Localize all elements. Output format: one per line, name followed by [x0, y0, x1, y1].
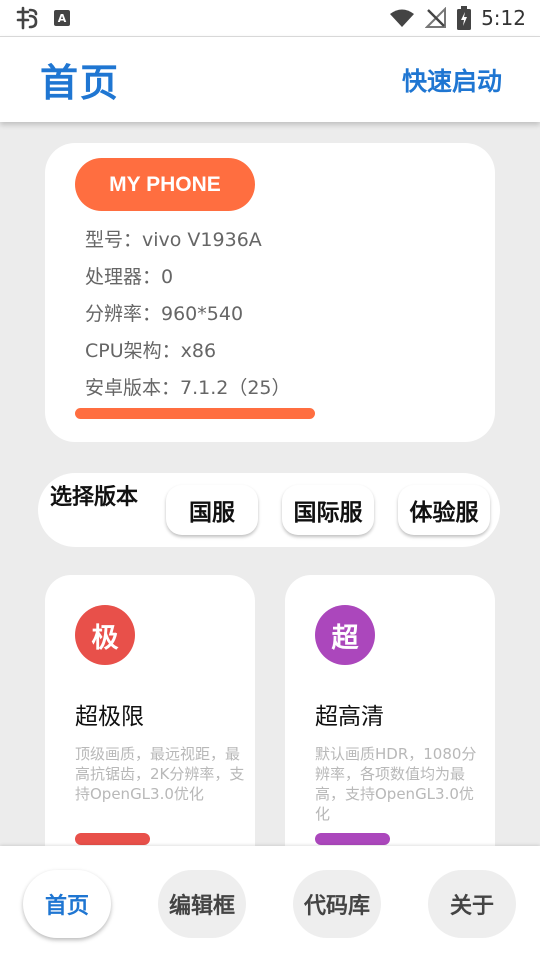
spec-resolution: 分辨率：960*540 — [85, 303, 244, 325]
card-accent-bar — [75, 408, 315, 419]
nav-code-library[interactable]: 代码库 — [293, 870, 381, 938]
spec-cpu-arch: CPU架构：x86 — [85, 340, 217, 362]
battery-icon — [457, 6, 472, 30]
bottom-navigation: 首页 编辑框 代码库 关于 — [0, 846, 540, 960]
device-info-card: MY PHONE 型号：vivo V1936A 处理器：0 分辨率：960*54… — [45, 143, 495, 442]
quality-title: 超极限 — [75, 704, 144, 730]
status-bar-right: 5:12 — [389, 6, 526, 30]
no-signal-icon — [425, 7, 447, 29]
spec-processor: 处理器：0 — [85, 266, 174, 288]
version-option-global[interactable]: 国际服 — [282, 485, 374, 535]
quality-description: 顶级画质，最远视距，最高抗锯齿，2K分辨率，支持OpenGL3.0优化 — [75, 745, 245, 803]
nav-editor[interactable]: 编辑框 — [158, 870, 246, 938]
nav-about[interactable]: 关于 — [428, 870, 516, 938]
app-bar: 首页 快速启动 — [0, 36, 540, 122]
quality-description: 默认画质HDR，1080分辨率，各项数值均为最高，支持OpenGL3.0优化 — [315, 745, 477, 823]
quality-card-ultra[interactable]: 极 超极限 顶级画质，最远视距，最高抗锯齿，2K分辨率，支持OpenGL3.0优… — [45, 575, 255, 875]
quick-start-button[interactable]: 快速启动 — [402, 62, 502, 98]
status-bar-left: A — [14, 6, 70, 30]
spec-model: 型号：vivo V1936A — [85, 229, 262, 251]
bug-icon — [14, 6, 40, 30]
spec-android-version: 安卓版本：7.1.2（25） — [85, 377, 291, 399]
status-bar: A 5:12 — [0, 0, 540, 36]
version-option-cn[interactable]: 国服 — [166, 485, 258, 535]
quality-badge: 极 — [75, 605, 135, 665]
quality-title: 超高清 — [315, 704, 384, 730]
version-selector-label: 选择版本 — [50, 485, 139, 510]
version-option-beta[interactable]: 体验服 — [398, 485, 490, 535]
nav-home[interactable]: 首页 — [23, 870, 111, 938]
page-title: 首页 — [40, 61, 121, 105]
keyboard-a-icon: A — [54, 10, 70, 26]
my-phone-badge[interactable]: MY PHONE — [75, 158, 255, 211]
quality-card-hd[interactable]: 超 超高清 默认画质HDR，1080分辨率，各项数值均为最高，支持OpenGL3… — [285, 575, 495, 875]
quality-accent-bar — [315, 833, 390, 845]
status-time: 5:12 — [481, 6, 526, 30]
quality-badge: 超 — [315, 605, 375, 665]
wifi-icon — [389, 8, 415, 28]
quality-accent-bar — [75, 833, 150, 845]
version-selector: 选择版本 国服 国际服 体验服 — [38, 473, 500, 547]
